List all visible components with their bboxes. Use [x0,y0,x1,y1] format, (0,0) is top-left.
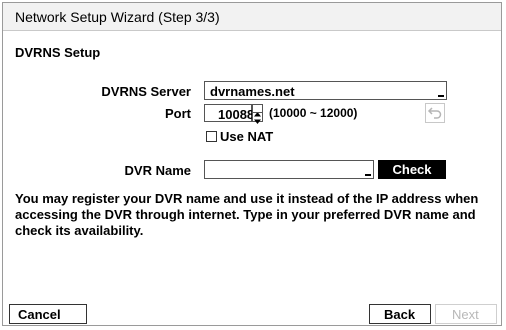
spinner-down-icon[interactable] [253,113,262,124]
cancel-button[interactable]: Cancel [9,304,87,324]
back-button[interactable]: Back [369,304,431,324]
port-spinner[interactable] [252,104,263,124]
back-button-label: Back [384,307,416,322]
dvr-name-input[interactable] [204,160,374,179]
check-button[interactable]: Check [378,160,446,179]
cancel-button-label: Cancel [18,307,61,322]
title-bar: Network Setup Wizard (Step 3/3) [3,3,501,31]
section-title: DVRNS Setup [15,45,101,60]
use-nat-checkbox[interactable] [206,131,217,142]
dialog-title: Network Setup Wizard (Step 3/3) [15,9,220,25]
dvrns-server-value: dvrnames.net [210,84,295,99]
description-text: You may register your DVR name and use i… [15,191,479,238]
port-range-hint: (10000 ~ 12000) [269,106,358,120]
dvrns-server-label: DVRNS Server [101,84,191,99]
next-button-label: Next [452,307,479,322]
text-cursor [438,95,444,97]
port-input[interactable]: 10088 [204,104,255,122]
undo-arrow-icon[interactable] [425,103,445,123]
next-button[interactable]: Next [435,304,497,324]
dvrns-server-input[interactable]: dvrnames.net [204,81,447,100]
port-label: Port [165,106,191,121]
use-nat-label: Use NAT [220,129,274,144]
wizard-dialog: Network Setup Wizard (Step 3/3) DVRNS Se… [2,2,502,326]
text-cursor [365,174,371,176]
dvr-name-label: DVR Name [124,163,191,178]
port-value: 10088 [218,107,255,122]
